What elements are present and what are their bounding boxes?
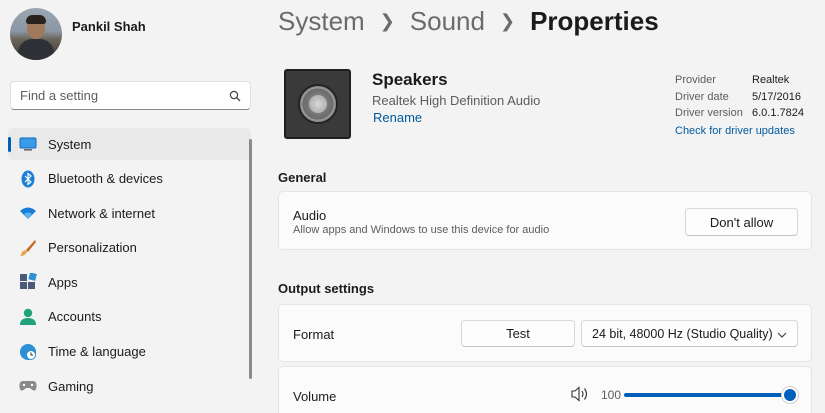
audio-card: Audio Allow apps and Windows to use this…	[278, 191, 812, 250]
driver-date-label: Driver date	[675, 90, 729, 103]
volume-icon[interactable]	[571, 386, 591, 407]
breadcrumb-sound[interactable]: Sound	[410, 6, 485, 37]
wifi-icon	[18, 203, 38, 223]
volume-label: Volume	[293, 389, 337, 404]
driver-provider-value: Realtek	[752, 74, 790, 86]
chevron-right-icon: ❯	[379, 11, 395, 31]
driver-info: Provider Realtek Driver date 5/17/2016 D…	[675, 72, 804, 139]
driver-date-value: 5/17/2016	[752, 90, 801, 103]
volume-slider-thumb[interactable]	[784, 389, 796, 401]
driver-version-label: Driver version	[675, 107, 743, 119]
system-icon	[18, 134, 38, 154]
breadcrumb-system[interactable]: System	[278, 6, 365, 37]
general-section-title: General	[278, 170, 327, 185]
format-select[interactable]: 24 bit, 48000 Hz (Studio Quality)	[581, 320, 798, 347]
gamepad-icon	[18, 376, 38, 396]
sidebar-item-label: Gaming	[48, 378, 94, 394]
sidebar-item-time-language[interactable]: Time & language	[8, 336, 251, 368]
sidebar-item-label: Personalization	[48, 240, 137, 256]
person-icon	[18, 307, 38, 327]
sidebar-item-label: Accounts	[48, 309, 102, 325]
driver-provider-label: Provider	[675, 74, 716, 86]
breadcrumb: System ❯ Sound ❯ Properties	[278, 6, 659, 37]
sidebar-item-bluetooth[interactable]: Bluetooth & devices	[8, 163, 251, 195]
sidebar-item-label: Bluetooth & devices	[48, 171, 163, 187]
sidebar-item-system[interactable]: System	[8, 128, 251, 160]
format-select-value: 24 bit, 48000 Hz (Studio Quality)	[592, 326, 773, 341]
driver-version-value: 6.0.1.7824	[752, 107, 804, 119]
chevron-down-icon	[777, 327, 787, 341]
search-input[interactable]: Find a setting	[10, 81, 251, 110]
speaker-icon	[284, 69, 351, 139]
brush-icon	[18, 238, 38, 258]
sidebar-item-label: Network & internet	[48, 205, 155, 221]
sidebar-item-label: System	[48, 136, 92, 152]
avatar	[10, 8, 62, 60]
sidebar-item-accounts[interactable]: Accounts	[8, 301, 251, 333]
profile-name: Pankil Shah	[72, 19, 146, 34]
search-icon[interactable]	[229, 90, 241, 102]
test-button[interactable]: Test	[461, 320, 575, 347]
device-subtitle: Realtek High Definition Audio	[372, 93, 541, 108]
check-driver-updates-link[interactable]: Check for driver updates	[675, 123, 804, 140]
nav-list: System Bluetooth & devices Network & int…	[8, 128, 251, 405]
device-name: Speakers	[372, 70, 448, 89]
sidebar-item-apps[interactable]: Apps	[8, 266, 251, 298]
search-placeholder: Find a setting	[20, 88, 99, 103]
sidebar-item-label: Apps	[48, 274, 78, 290]
volume-value: 100	[601, 388, 622, 402]
sidebar-item-gaming[interactable]: Gaming	[8, 370, 251, 402]
volume-slider-track[interactable]	[624, 393, 790, 397]
rename-link[interactable]: Rename	[373, 110, 422, 125]
bluetooth-icon	[18, 169, 38, 189]
format-card: Format Test 24 bit, 48000 Hz (Studio Qua…	[278, 304, 812, 362]
audio-title: Audio	[293, 208, 327, 223]
audio-description: Allow apps and Windows to use this devic…	[293, 224, 550, 236]
sidebar-item-network[interactable]: Network & internet	[8, 197, 251, 229]
page-title: Properties	[530, 6, 659, 36]
sidebar: Pankil Shah Find a setting System Blueto…	[0, 0, 262, 413]
globe-clock-icon	[18, 342, 38, 362]
sidebar-item-personalization[interactable]: Personalization	[8, 232, 251, 264]
sidebar-scrollbar[interactable]	[249, 139, 252, 379]
sidebar-item-label: Time & language	[48, 344, 146, 360]
format-label: Format	[293, 327, 335, 342]
output-section-title: Output settings	[278, 281, 375, 296]
dont-allow-button[interactable]: Don't allow	[685, 208, 798, 236]
apps-icon	[18, 272, 38, 292]
chevron-right-icon: ❯	[499, 11, 516, 31]
volume-card: Volume	[278, 366, 812, 413]
profile[interactable]: Pankil Shah	[10, 8, 146, 60]
